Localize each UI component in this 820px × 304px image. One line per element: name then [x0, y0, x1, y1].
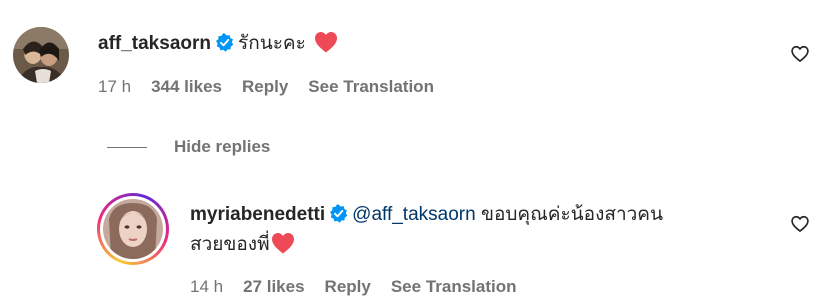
- reply-button[interactable]: Reply: [325, 277, 371, 296]
- replies-divider: [107, 146, 147, 148]
- reply-text-line2: สวยของพี่: [190, 234, 270, 255]
- reply-text-line1: ขอบคุณค่ะน้องสาวคน: [480, 204, 663, 225]
- heart-emoji-icon: [271, 233, 294, 254]
- reply-time[interactable]: 14 h: [190, 277, 223, 296]
- avatar: [103, 199, 163, 259]
- comment-username[interactable]: aff_taksaorn: [98, 33, 211, 54]
- see-translation-button[interactable]: See Translation: [308, 77, 434, 96]
- see-translation-button[interactable]: See Translation: [391, 277, 517, 296]
- avatar-photo-icon: [13, 27, 69, 83]
- heart-outline-icon[interactable]: [790, 44, 810, 64]
- reply-button[interactable]: Reply: [242, 77, 288, 96]
- reply-likes[interactable]: 27 likes: [243, 277, 304, 296]
- verified-badge-icon: [215, 33, 234, 52]
- heart-outline-icon[interactable]: [790, 214, 810, 234]
- hide-replies-button[interactable]: Hide replies: [107, 135, 270, 159]
- reply-username[interactable]: myriabenedetti: [190, 204, 325, 225]
- verified-badge-icon: [330, 204, 348, 223]
- avatar[interactable]: [13, 27, 69, 83]
- reply-item: myriabenedetti @aff_taksaorn ขอบคุณค่ะน้…: [0, 180, 820, 304]
- avatar-story-ring[interactable]: [97, 193, 169, 265]
- hide-replies-label: Hide replies: [174, 137, 271, 156]
- avatar-photo-icon: [103, 199, 163, 259]
- comment-text: รักนะคะ: [238, 33, 306, 54]
- comment-time[interactable]: 17 h: [98, 77, 131, 96]
- comment-item: aff_taksaorn รักนะคะ 17 h 344 likes Reply S…: [0, 0, 820, 120]
- comment-likes[interactable]: 344 likes: [151, 77, 222, 96]
- heart-emoji-icon: [314, 32, 337, 53]
- mention-link[interactable]: @aff_taksaorn: [352, 204, 476, 225]
